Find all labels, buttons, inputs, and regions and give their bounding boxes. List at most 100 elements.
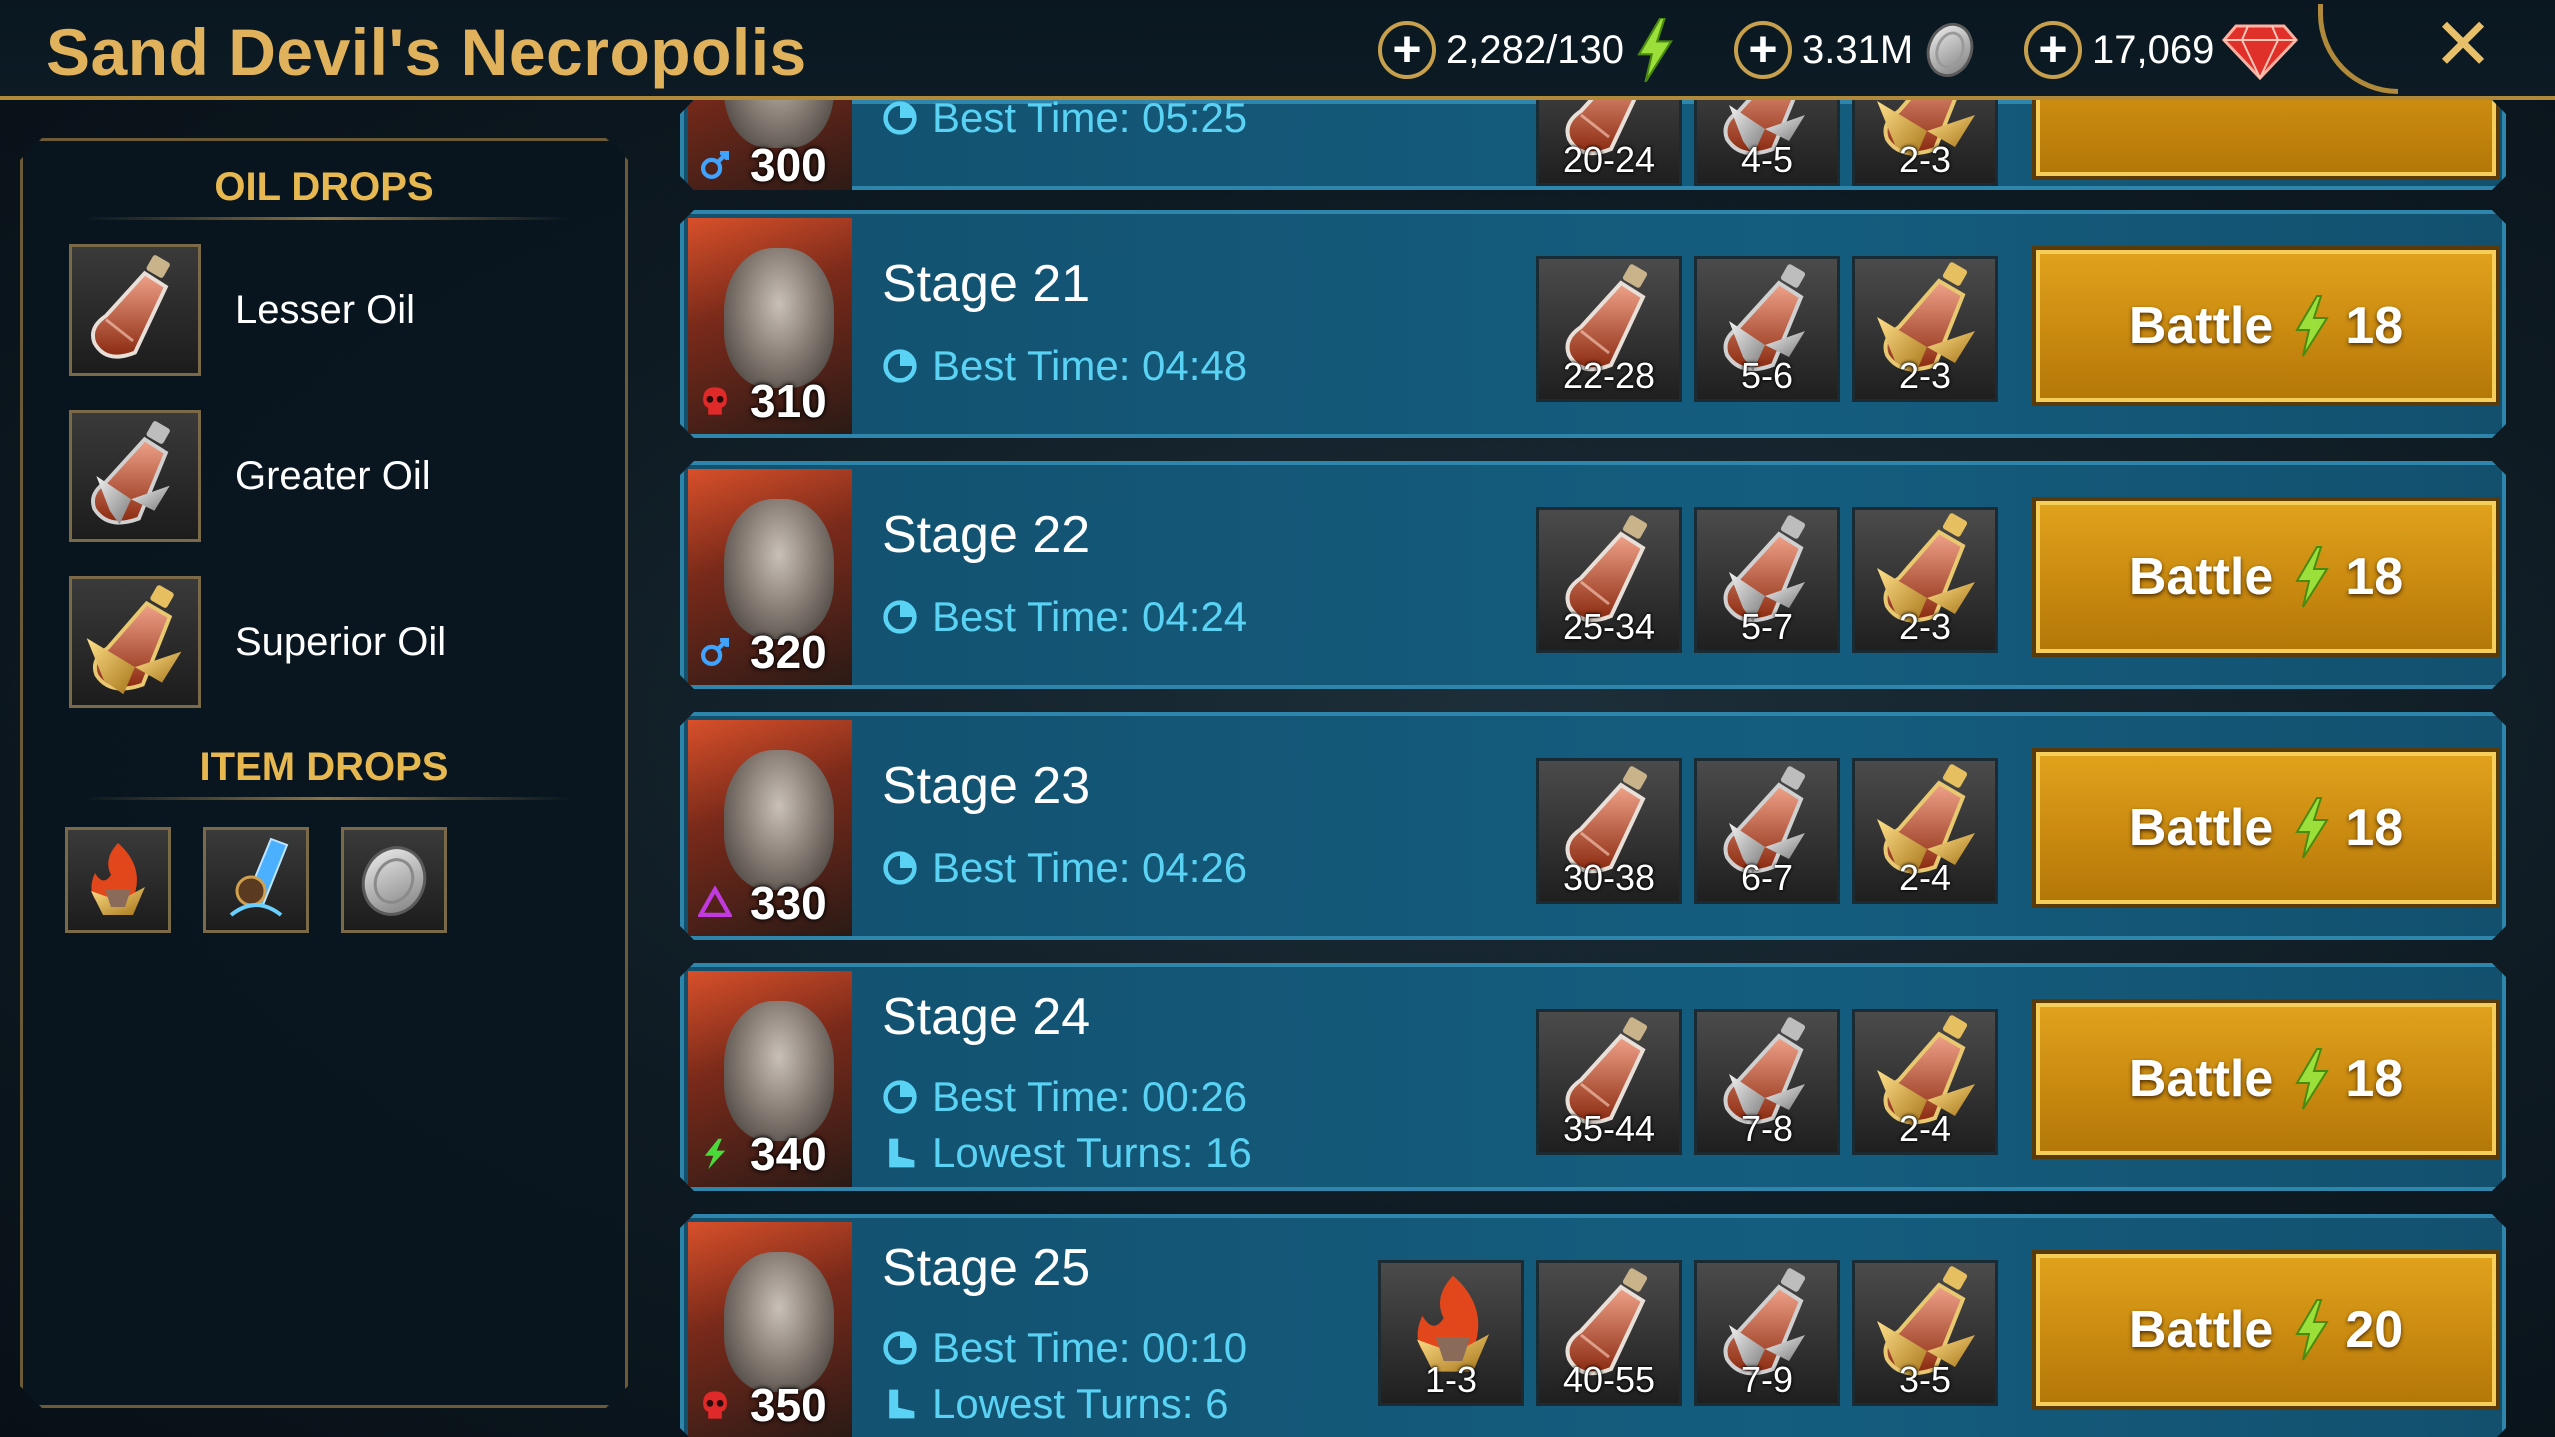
close-button[interactable]: ✕ bbox=[2430, 9, 2496, 81]
oil-drop-item[interactable]: Superior Oil bbox=[69, 577, 446, 707]
magic-affinity-icon bbox=[698, 148, 732, 182]
boss-portrait: 340 bbox=[688, 971, 852, 1187]
battle-button[interactable]: Battle 18 bbox=[2036, 250, 2496, 402]
stage-row[interactable]: 350 Stage 25 Best Time: 00:10 Lowest Tur… bbox=[680, 1214, 2506, 1437]
stage-row[interactable]: 320 Stage 22 Best Time: 04:24 25-34 5-7 … bbox=[680, 461, 2506, 689]
item-drop-slot[interactable] bbox=[65, 827, 171, 933]
greater-oil-slot bbox=[69, 410, 201, 542]
stage-row[interactable]: 340 Stage 24 Best Time: 00:26 Lowest Tur… bbox=[680, 963, 2506, 1191]
stage-row[interactable]: 330 Stage 23 Best Time: 04:26 30-38 6-7 … bbox=[680, 712, 2506, 940]
clock-icon bbox=[882, 1079, 918, 1115]
void-affinity-icon bbox=[698, 1137, 732, 1171]
best-time: Best Time: 00:26 bbox=[882, 1073, 1247, 1121]
energy-icon bbox=[2291, 546, 2331, 608]
drop-slot: 2-4 bbox=[1852, 1009, 1998, 1155]
best-time: Best Time: 00:10 bbox=[882, 1324, 1247, 1372]
energy-icon bbox=[2291, 1299, 2331, 1361]
energy-icon bbox=[2291, 295, 2331, 357]
drop-slot: 7-9 bbox=[1694, 1260, 1840, 1406]
superior-oil-slot bbox=[69, 576, 201, 708]
clock-icon bbox=[882, 850, 918, 886]
stage-row[interactable]: 310 Stage 21 Best Time: 04:48 22-28 5-6 … bbox=[680, 210, 2506, 438]
energy-resource: + 2,282/130 bbox=[1378, 18, 1676, 82]
force-affinity-icon bbox=[698, 384, 732, 418]
clock-icon bbox=[882, 1330, 918, 1366]
silver-coin-icon bbox=[1926, 22, 1974, 78]
header-ornament bbox=[2318, 4, 2398, 94]
battle-button[interactable]: Battle 18 bbox=[2036, 752, 2496, 904]
oil-drop-item[interactable]: Lesser Oil bbox=[69, 245, 415, 375]
stage-row[interactable]: 300 Best Time: 05:25 20-24 4-5 2-3 bbox=[680, 100, 2506, 190]
superior-oil-icon bbox=[77, 584, 193, 700]
boss-portrait: 310 bbox=[688, 218, 852, 434]
drop-slot: 6-7 bbox=[1694, 758, 1840, 904]
best-time: Best Time: 04:48 bbox=[882, 342, 1247, 390]
drops-panel: OIL DROPS Lesser Oil Greater Oil Superio… bbox=[20, 138, 628, 1408]
stage-power: 320 bbox=[688, 625, 852, 679]
boot-icon bbox=[882, 1135, 918, 1171]
energy-icon bbox=[2291, 797, 2331, 859]
stage-power: 330 bbox=[688, 876, 852, 930]
clock-icon bbox=[882, 100, 918, 136]
add-gems-button[interactable]: + bbox=[2024, 21, 2082, 79]
energy-value: 2,282/130 bbox=[1446, 27, 1624, 72]
drop-slot: 3-5 bbox=[1852, 1260, 1998, 1406]
add-energy-button[interactable]: + bbox=[1378, 21, 1436, 79]
stage-name: Stage 24 bbox=[882, 988, 1091, 1046]
item-drop-slot[interactable] bbox=[341, 827, 447, 933]
item-drop-slot[interactable] bbox=[203, 827, 309, 933]
oil-drop-item[interactable]: Greater Oil bbox=[69, 411, 431, 541]
oil-name: Greater Oil bbox=[235, 453, 431, 498]
greater-oil-icon bbox=[77, 418, 193, 534]
drop-slot: 40-55 bbox=[1536, 1260, 1682, 1406]
stage-name: Stage 23 bbox=[882, 757, 1091, 815]
clock-icon bbox=[882, 348, 918, 384]
drop-slot: 30-38 bbox=[1536, 758, 1682, 904]
close-icon: ✕ bbox=[2432, 5, 2494, 85]
item-drops-title: ITEM DROPS bbox=[199, 745, 449, 789]
stage-name: Stage 21 bbox=[882, 255, 1091, 313]
boss-portrait: 330 bbox=[688, 720, 852, 936]
drop-slot: 5-7 bbox=[1694, 507, 1840, 653]
best-time: Best Time: 04:24 bbox=[882, 593, 1247, 641]
add-silver-button[interactable]: + bbox=[1734, 21, 1792, 79]
blue-shard-icon bbox=[211, 835, 301, 925]
gems-resource: + 17,069 bbox=[2024, 18, 2299, 82]
page-title: Sand Devil's Necropolis bbox=[46, 15, 807, 89]
oil-name: Lesser Oil bbox=[235, 287, 416, 332]
drop-slot: 5-6 bbox=[1694, 256, 1840, 402]
drop-slot: 2-3 bbox=[1852, 507, 1998, 653]
divider bbox=[83, 217, 571, 220]
lesser-oil-icon bbox=[77, 252, 193, 368]
drop-slot: 7-8 bbox=[1694, 1009, 1840, 1155]
stage-power: 300 bbox=[688, 138, 852, 192]
drop-slot: 2-4 bbox=[1852, 758, 1998, 904]
boot-icon bbox=[882, 1386, 918, 1422]
spirit-affinity-icon bbox=[698, 886, 732, 920]
gem-icon bbox=[2222, 24, 2299, 80]
boss-portrait: 350 bbox=[688, 1222, 852, 1437]
drop-slot: 2-3 bbox=[1852, 256, 1998, 402]
lowest-turns: Lowest Turns: 16 bbox=[882, 1129, 1252, 1177]
silver-coin-icon bbox=[349, 835, 439, 925]
drop-slot: 22-28 bbox=[1536, 256, 1682, 402]
drop-slot: 35-44 bbox=[1536, 1009, 1682, 1155]
oil-drops-title: OIL DROPS bbox=[214, 165, 434, 209]
battle-button[interactable]: Battle 18 bbox=[2036, 1003, 2496, 1155]
force-affinity-icon bbox=[698, 1388, 732, 1422]
silver-value: 3.31M bbox=[1802, 27, 1914, 72]
stage-name: Stage 25 bbox=[882, 1239, 1091, 1297]
energy-icon bbox=[2291, 1048, 2331, 1110]
battle-button[interactable]: Battle 20 bbox=[2036, 1254, 2496, 1406]
clock-icon bbox=[882, 599, 918, 635]
stage-power: 350 bbox=[688, 1378, 852, 1432]
lesser-oil-slot bbox=[69, 244, 201, 376]
battle-button[interactable]: Battle 18 bbox=[2036, 501, 2496, 653]
stage-name: Stage 22 bbox=[882, 506, 1091, 564]
boss-portrait: 320 bbox=[688, 469, 852, 685]
magic-affinity-icon bbox=[698, 635, 732, 669]
oil-name: Superior Oil bbox=[235, 619, 447, 664]
best-time: Best Time: 05:25 bbox=[882, 94, 1247, 142]
divider bbox=[83, 797, 571, 800]
top-bar: Sand Devil's Necropolis + 2,282/130 + 3.… bbox=[0, 0, 2555, 100]
